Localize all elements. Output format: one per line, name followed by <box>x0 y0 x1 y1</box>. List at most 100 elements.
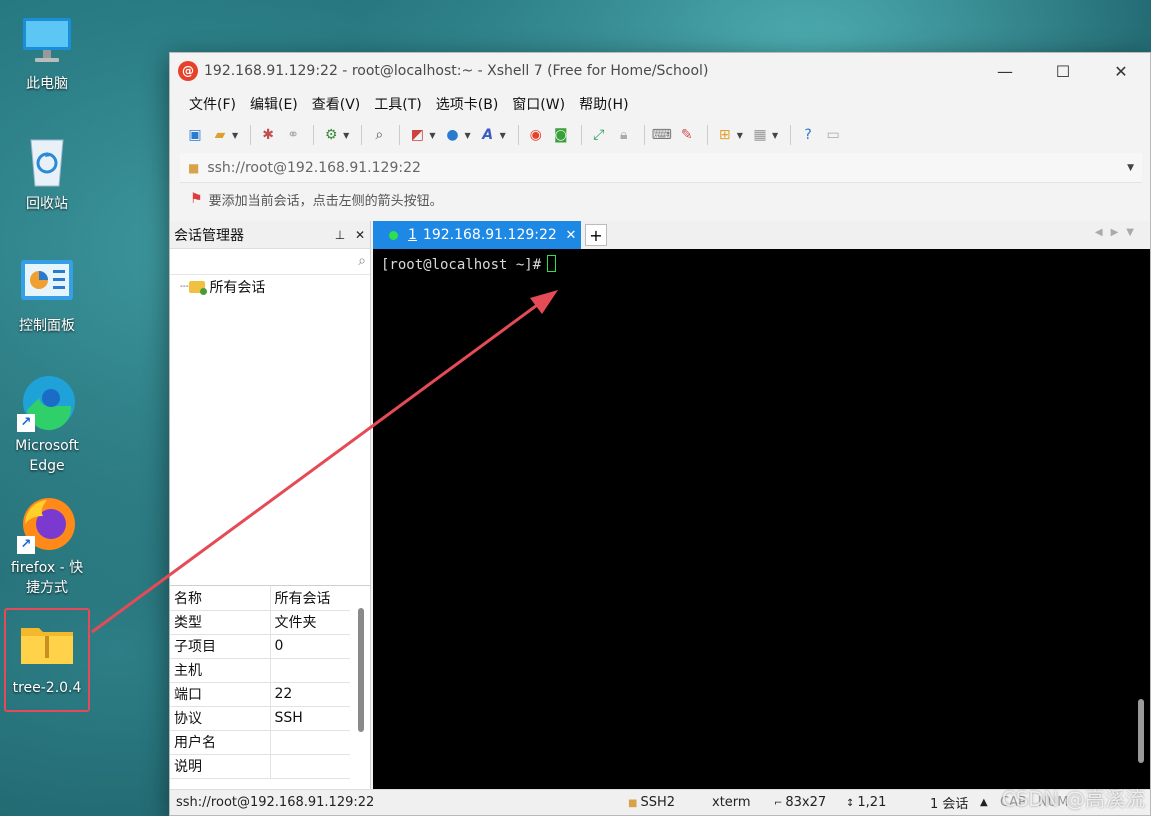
new-tab-group-icon[interactable]: ⊞ <box>714 124 736 146</box>
disconnect-icon[interactable]: ⚭ <box>282 124 304 146</box>
dropdown-arrow-icon[interactable]: ▼ <box>429 131 435 140</box>
firefox-icon: ↗ <box>17 494 77 554</box>
close-button[interactable]: ✕ <box>1092 53 1150 89</box>
address-bar[interactable]: ■ ssh://root@192.168.91.129:22 ▼ <box>180 153 1142 183</box>
desktop-icon-label: Microsoft Edge <box>15 438 79 474</box>
prop-value <box>270 658 350 683</box>
terminal-screen[interactable]: [root@localhost ~]# <box>373 249 1150 789</box>
chevron-up-icon[interactable]: ▲ <box>980 797 1000 808</box>
position-icon: ↕ <box>846 798 855 809</box>
globe-icon[interactable]: ● <box>441 124 463 146</box>
prop-key: 类型 <box>170 610 271 635</box>
properties-table: 名称 所有会话 类型 文件夹 子项目 0 主机 端口 22 协议 SSH 用户名 说明 <box>170 586 350 779</box>
session-manager-title: 会话管理器 <box>174 227 244 244</box>
toolbar-separator <box>580 125 582 145</box>
dropdown-arrow-icon[interactable]: ▼ <box>500 131 506 140</box>
title-bar[interactable]: @ 192.168.91.129:22 - root@localhost:~ -… <box>170 53 1150 89</box>
menu-window[interactable]: 窗口(W) <box>505 94 572 114</box>
menu-file[interactable]: 文件(F) <box>182 94 243 114</box>
table-row: 协议 SSH <box>170 706 350 731</box>
toolbar-separator <box>643 125 645 145</box>
tree-line-icon: ┄ <box>180 279 189 295</box>
toolbar-separator <box>517 125 519 145</box>
toolbar-separator <box>706 125 708 145</box>
xshell-icon[interactable]: ◉ <box>525 124 547 146</box>
main-area: 会话管理器 ⊥ ✕ ⌕ ┄ 所有会话 名称 所有会话 类型 文件夹 子项目 0 主机 <box>170 221 1150 789</box>
desktop-icon-control-panel[interactable]: 控制面板 <box>4 252 90 336</box>
lock-icon[interactable]: 🔒︎ <box>613 124 635 146</box>
keyboard-icon[interactable]: ⌨ <box>651 124 673 146</box>
dropdown-arrow-icon[interactable]: ▼ <box>464 131 470 140</box>
prop-key: 用户名 <box>170 730 271 755</box>
find-icon[interactable]: ⌕ <box>368 124 390 146</box>
transfer-icon[interactable]: ◩ <box>406 124 428 146</box>
edge-icon: ↗ <box>17 372 77 432</box>
open-folder-icon[interactable]: ▰ <box>209 124 231 146</box>
dropdown-arrow-icon[interactable]: ▼ <box>737 131 743 140</box>
new-session-icon[interactable]: ▣ <box>184 124 206 146</box>
tree-item-label: 所有会话 <box>209 280 266 296</box>
desktop-icon-label: 此电脑 <box>26 76 68 92</box>
lock-icon: ■ <box>188 160 200 175</box>
tab-close-icon[interactable]: ✕ <box>561 228 581 243</box>
hint-text: 要添加当前会话，点击左侧的箭头按钮。 <box>208 193 443 209</box>
monitor-icon <box>17 10 77 70</box>
dropdown-arrow-icon[interactable]: ▼ <box>232 131 238 140</box>
highlight-icon[interactable]: ✎ <box>676 124 698 146</box>
menu-bar: 文件(F) 编辑(E) 查看(V) 工具(T) 选项卡(B) 窗口(W) 帮助(… <box>170 89 1150 119</box>
properties-icon[interactable]: ⚙ <box>320 124 342 146</box>
desktop-icon-firefox[interactable]: ↗ firefox - 快捷方式 <box>4 494 90 598</box>
table-row: 端口 22 <box>170 682 350 707</box>
menu-view[interactable]: 查看(V) <box>305 94 368 114</box>
desktop-icon-recycle-bin[interactable]: 回收站 <box>4 130 90 214</box>
chevron-down-icon[interactable]: ▼ <box>1127 163 1134 173</box>
status-address: ssh://root@192.168.91.129:22 <box>176 795 375 810</box>
table-row: 说明 <box>170 754 350 779</box>
pin-icon[interactable]: ⊥ <box>330 228 350 242</box>
minimize-button[interactable]: — <box>976 53 1034 89</box>
tab-session-1[interactable]: 1 192.168.91.129:22 ✕ <box>373 221 581 249</box>
desktop-icon-tree-folder[interactable]: tree-2.0.4 <box>4 608 90 712</box>
properties-scrollbar[interactable] <box>358 608 364 732</box>
chat-icon[interactable]: ▭ <box>822 124 844 146</box>
prop-key: 协议 <box>170 706 271 731</box>
desktop-icon-this-pc[interactable]: 此电脑 <box>4 10 90 94</box>
prop-key: 端口 <box>170 682 271 707</box>
maximize-button[interactable]: ☐ <box>1034 53 1092 89</box>
search-icon[interactable]: ⌕ <box>358 253 366 269</box>
connect-icon[interactable]: ✱ <box>257 124 279 146</box>
resize-icon: ⌐ <box>774 798 783 809</box>
dropdown-arrow-icon[interactable]: ▼ <box>343 131 349 140</box>
prop-value <box>270 730 350 755</box>
table-row: 类型 文件夹 <box>170 610 350 635</box>
address-input[interactable]: ssh://root@192.168.91.129:22 <box>207 160 1127 176</box>
menu-edit[interactable]: 编辑(E) <box>243 94 305 114</box>
properties-panel: 名称 所有会话 类型 文件夹 子项目 0 主机 端口 22 协议 SSH 用户名 说明 <box>170 585 370 789</box>
menu-tabs[interactable]: 选项卡(B) <box>429 94 506 114</box>
add-tab-button[interactable]: + <box>585 224 607 246</box>
layout-icon[interactable]: ▦ <box>749 124 771 146</box>
menu-help[interactable]: 帮助(H) <box>572 94 635 114</box>
bookmark-icon[interactable]: ⚑ <box>190 191 203 207</box>
tab-nav-arrows-icon[interactable]: ◀▶▼ <box>1095 227 1142 238</box>
desktop-icon-edge[interactable]: ↗ Microsoft Edge <box>4 372 90 476</box>
menu-tools[interactable]: 工具(T) <box>367 94 428 114</box>
xshell-logo-icon: @ <box>178 61 198 81</box>
terminal-prompt: [root@localhost ~]# <box>381 257 542 273</box>
font-icon[interactable]: A <box>477 124 499 146</box>
toolbar-separator <box>250 125 252 145</box>
tree-item-all-sessions[interactable]: ┄ 所有会话 <box>170 275 370 299</box>
session-manager-panel: 会话管理器 ⊥ ✕ ⌕ ┄ 所有会话 名称 所有会话 类型 文件夹 子项目 0 主机 <box>170 221 371 789</box>
xftp-icon[interactable]: ◙ <box>550 124 572 146</box>
lock-icon: ■ <box>628 798 638 809</box>
tab-bar: 1 192.168.91.129:22 ✕ + ◀▶▼ <box>373 221 1150 249</box>
fullscreen-icon[interactable]: ⤢ <box>588 124 610 146</box>
status-sessions: 1 会话 <box>930 797 969 812</box>
terminal-scrollbar[interactable] <box>1138 699 1144 763</box>
status-position-text: 1,21 <box>857 795 887 810</box>
help-icon[interactable]: ? <box>797 124 819 146</box>
session-search-input[interactable] <box>170 249 370 274</box>
dropdown-arrow-icon[interactable]: ▼ <box>772 131 778 140</box>
close-icon[interactable]: ✕ <box>350 228 370 242</box>
prop-key: 名称 <box>170 586 271 611</box>
